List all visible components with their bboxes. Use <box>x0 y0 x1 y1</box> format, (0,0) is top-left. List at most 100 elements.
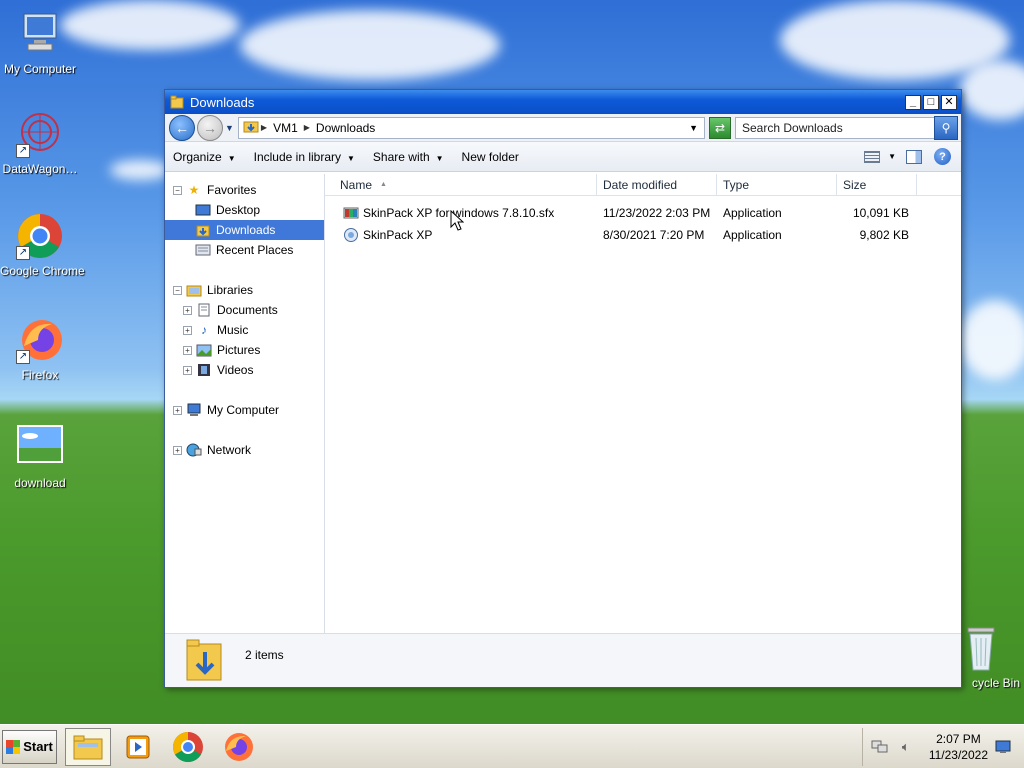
organize-button[interactable]: Organize ▼ <box>173 150 236 164</box>
command-bar: Organize ▼ Include in library ▼ Share with… <box>165 142 961 172</box>
libraries-icon <box>186 283 202 297</box>
close-button[interactable]: ✕ <box>941 94 957 110</box>
details-pane: 2 items <box>165 633 961 687</box>
show-desktop-icon[interactable] <box>994 739 1012 755</box>
clock-date: 11/23/2022 <box>928 747 988 762</box>
folder-icon <box>73 735 103 759</box>
installer-icon <box>343 227 359 243</box>
address-dropdown-icon[interactable]: ▼ <box>689 123 698 133</box>
taskbar-chrome[interactable] <box>165 728 211 766</box>
windows-logo-icon <box>6 739 21 754</box>
nav-network[interactable]: + Network <box>165 440 324 460</box>
downloads-icon <box>195 223 211 237</box>
refresh-button[interactable]: ⇄ <box>709 116 731 139</box>
preview-pane-icon[interactable] <box>906 149 922 164</box>
address-bar[interactable]: ▶ VM1 ▶ Downloads ▼ <box>237 116 705 139</box>
downloads-folder-icon <box>185 638 225 682</box>
back-button[interactable]: ← <box>169 114 195 141</box>
sort-ascending-icon: ▲ <box>380 181 387 188</box>
help-icon[interactable]: ? <box>934 148 951 165</box>
change-view-icon[interactable] <box>864 150 881 163</box>
desktop-icon-download[interactable]: download <box>0 424 80 490</box>
desktop-icon-my-computer[interactable]: My Computer <box>0 10 80 76</box>
desktop-icon-firefox[interactable]: ↗ Firefox <box>0 316 80 382</box>
nav-my-computer[interactable]: + My Computer <box>165 400 324 420</box>
view-dropdown-icon[interactable]: ▼ <box>888 152 896 161</box>
taskbar-media-player[interactable] <box>115 728 161 766</box>
nav-recent-places[interactable]: Recent Places <box>165 240 324 260</box>
navigation-pane: − ★ Favorites Desktop Downloads Recent P… <box>165 174 325 633</box>
videos-icon <box>196 363 212 377</box>
firefox-icon: ↗ <box>16 316 64 364</box>
recent-pages-dropdown[interactable]: ▼ <box>225 123 234 133</box>
volume-icon[interactable]: 🔈︎ <box>897 739 915 755</box>
share-with-button[interactable]: Share with ▼ <box>373 150 444 164</box>
start-button[interactable]: Start <box>2 729 57 764</box>
collapse-icon[interactable]: − <box>173 285 182 295</box>
collapse-icon[interactable]: − <box>173 185 182 195</box>
expand-icon[interactable]: + <box>183 305 192 315</box>
music-icon: ♪ <box>201 323 207 337</box>
address-bar-row: ← → ▼ ▶ VM1 ▶ Downloads ▼ ⇄ Search Downl… <box>165 114 961 142</box>
column-header-date[interactable]: Date modified <box>597 174 717 195</box>
chrome-icon <box>172 731 203 762</box>
breadcrumb-downloads[interactable]: Downloads <box>316 121 375 135</box>
desktop-icon-label: DataWagon… <box>2 162 78 176</box>
column-header-size[interactable]: Size <box>837 174 917 195</box>
expand-icon[interactable]: + <box>183 345 192 355</box>
nav-desktop[interactable]: Desktop <box>165 200 324 220</box>
desktop-icon <box>195 203 211 217</box>
shortcut-arrow-icon: ↗ <box>16 144 30 158</box>
datawagon-icon: ↗ <box>16 110 64 158</box>
table-row[interactable]: SkinPack XP 8/30/2021 7:20 PM Applicatio… <box>325 224 961 246</box>
breadcrumb-separator-icon[interactable]: ▶ <box>261 123 267 132</box>
desktop-icon-label: My Computer <box>3 62 77 76</box>
computer-icon <box>16 10 64 58</box>
column-headers: Name ▲ Date modified Type Size <box>325 174 961 196</box>
expand-icon[interactable]: + <box>173 405 182 415</box>
search-icon[interactable]: ⚲ <box>934 115 958 140</box>
item-count: 2 items <box>245 648 284 662</box>
expand-icon[interactable]: + <box>183 325 192 335</box>
column-header-name[interactable]: Name ▲ <box>325 174 597 195</box>
desktop-icon-datawagon[interactable]: ↗ DataWagon… <box>0 110 80 176</box>
shortcut-arrow-icon: ↗ <box>16 350 30 364</box>
expand-icon[interactable]: + <box>173 445 182 455</box>
forward-button[interactable]: → <box>197 114 223 141</box>
nav-favorites[interactable]: − ★ Favorites <box>165 180 324 200</box>
search-placeholder: Search Downloads <box>742 120 843 135</box>
desktop-icon-label: Firefox <box>21 368 59 382</box>
folder-icon <box>170 95 184 109</box>
network-status-icon[interactable] <box>871 739 889 755</box>
explorer-window: Downloads _ □ ✕ ← → ▼ ▶ VM1 ▶ Downloads … <box>164 89 962 688</box>
nav-pictures[interactable]: + Pictures <box>165 340 324 360</box>
search-input[interactable]: Search Downloads ⚲ <box>735 115 958 140</box>
minimize-button[interactable]: _ <box>905 94 921 110</box>
table-row[interactable]: SkinPack XP for windows 7.8.10.sfx 11/23… <box>325 202 961 224</box>
taskbar-explorer[interactable] <box>65 727 111 766</box>
breadcrumb-vm1[interactable]: VM1 <box>273 121 298 135</box>
network-icon <box>186 443 202 457</box>
nav-downloads[interactable]: Downloads <box>165 220 324 240</box>
title-bar[interactable]: Downloads _ □ ✕ <box>165 90 961 114</box>
firefox-icon <box>225 732 253 761</box>
system-tray: 🔈︎ 2:07 PM 11/23/2022 <box>861 727 1020 766</box>
clock[interactable]: 2:07 PM 11/23/2022 <box>929 731 988 763</box>
window-title: Downloads <box>190 94 255 110</box>
nav-libraries[interactable]: − Libraries <box>165 280 324 300</box>
new-folder-button[interactable]: New folder <box>462 150 519 164</box>
taskbar-firefox[interactable] <box>215 728 261 766</box>
nav-documents[interactable]: + Documents <box>165 300 324 320</box>
include-in-library-button[interactable]: Include in library ▼ <box>254 150 355 164</box>
desktop-icon-label: Google Chrome <box>0 264 85 278</box>
desktop-icon-label: download <box>14 476 66 490</box>
taskbar: Start 🔈︎ 2:07 PM 11/23/2022 <box>0 724 1024 768</box>
nav-videos[interactable]: + Videos <box>165 360 324 380</box>
desktop-icon-google-chrome[interactable]: ↗ Google Chrome <box>0 212 85 278</box>
maximize-button[interactable]: □ <box>923 94 939 110</box>
breadcrumb-separator-icon[interactable]: ▶ <box>304 123 310 132</box>
expand-icon[interactable]: + <box>183 365 192 375</box>
nav-music[interactable]: + ♪ Music <box>165 320 324 340</box>
downloads-folder-icon <box>243 119 259 136</box>
column-header-type[interactable]: Type <box>717 174 837 195</box>
